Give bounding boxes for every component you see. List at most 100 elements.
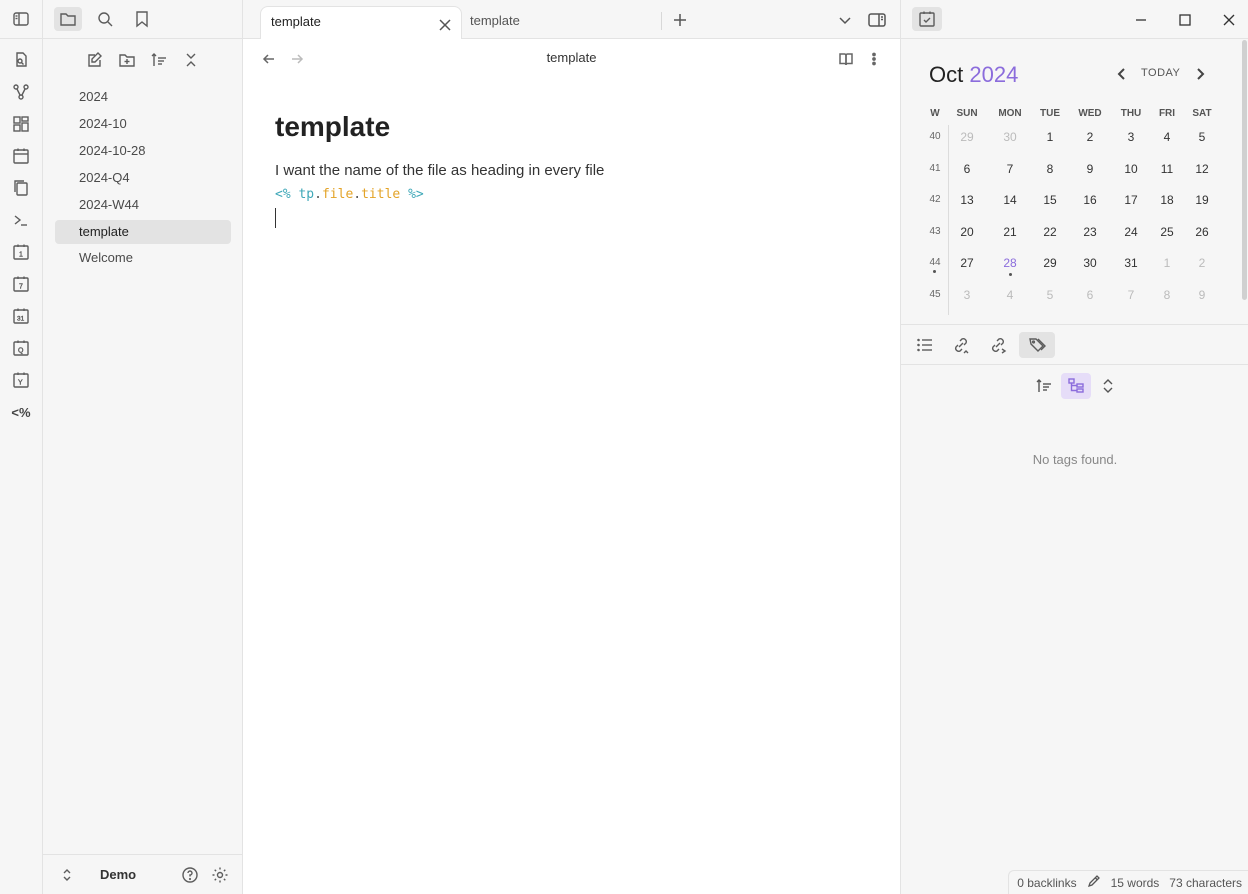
copy-icon[interactable] bbox=[11, 178, 31, 198]
calendar-day[interactable]: 12 bbox=[1182, 162, 1222, 176]
calendar-day[interactable]: 27 bbox=[947, 256, 987, 270]
calendar-day[interactable]: 20 bbox=[947, 225, 987, 239]
week-number[interactable]: 42 bbox=[923, 194, 947, 205]
week-number[interactable]: 41 bbox=[923, 163, 947, 174]
calendar-day[interactable]: 14 bbox=[990, 193, 1030, 207]
calendar-day[interactable]: 13 bbox=[947, 193, 987, 207]
week-number[interactable]: 40 bbox=[923, 131, 947, 142]
week-7-icon[interactable]: 7 bbox=[11, 274, 31, 294]
minimize-icon[interactable] bbox=[1131, 10, 1151, 30]
calendar-day[interactable]: 28 bbox=[990, 256, 1030, 270]
calendar-day[interactable]: 15 bbox=[1030, 193, 1070, 207]
maximize-icon[interactable] bbox=[1175, 10, 1195, 30]
collapse-all-icon[interactable] bbox=[177, 48, 205, 72]
tree-view-icon[interactable] bbox=[1061, 373, 1091, 399]
daily-note-icon[interactable] bbox=[11, 146, 31, 166]
graph-icon[interactable] bbox=[11, 82, 31, 102]
day-1-icon[interactable]: 1 bbox=[11, 242, 31, 262]
folder-icon[interactable] bbox=[54, 7, 82, 31]
note-heading[interactable]: template bbox=[275, 111, 390, 143]
next-month-chevron-icon[interactable] bbox=[1192, 66, 1208, 82]
new-tab-plus-icon[interactable] bbox=[671, 11, 689, 32]
calendar-day[interactable]: 9 bbox=[1070, 162, 1110, 176]
outgoing-links-icon[interactable] bbox=[982, 332, 1014, 358]
templater-code[interactable]: <% tp.file.title %> bbox=[275, 187, 424, 202]
tab-template-active[interactable]: template bbox=[260, 6, 462, 39]
search-icon[interactable] bbox=[91, 7, 119, 31]
prev-month-chevron-icon[interactable] bbox=[1114, 66, 1130, 82]
calendar-day[interactable]: 5 bbox=[1030, 288, 1070, 302]
chevron-down-icon[interactable] bbox=[836, 11, 854, 32]
backlinks-count[interactable]: 0 backlinks bbox=[1017, 876, 1076, 890]
calendar-day[interactable]: 9 bbox=[1182, 288, 1222, 302]
calendar-day[interactable]: 22 bbox=[1030, 225, 1070, 239]
calendar-check-icon[interactable] bbox=[912, 7, 942, 31]
templater-icon[interactable]: <% bbox=[11, 402, 31, 422]
view-header-title[interactable]: template bbox=[243, 50, 900, 65]
right-pane-scrollbar[interactable] bbox=[1242, 40, 1247, 300]
calendar-day[interactable]: 1 bbox=[1147, 256, 1187, 270]
calendar-day[interactable]: 1 bbox=[1030, 130, 1070, 144]
calendar-day[interactable]: 3 bbox=[1111, 130, 1151, 144]
calendar-day[interactable]: 10 bbox=[1111, 162, 1151, 176]
tree-item[interactable]: 2024-10-28 bbox=[55, 139, 231, 163]
outline-list-icon[interactable] bbox=[909, 332, 941, 358]
calendar-day[interactable]: 3 bbox=[947, 288, 987, 302]
calendar-day[interactable]: 29 bbox=[1030, 256, 1070, 270]
calendar-day[interactable]: 31 bbox=[1111, 256, 1151, 270]
week-number[interactable]: 45 bbox=[923, 289, 947, 300]
calendar-day[interactable]: 30 bbox=[990, 130, 1030, 144]
sort-icon[interactable] bbox=[145, 48, 173, 72]
help-icon[interactable] bbox=[176, 863, 204, 887]
calendar-day[interactable]: 7 bbox=[1111, 288, 1151, 302]
bookmark-icon[interactable] bbox=[128, 7, 156, 31]
calendar-day[interactable]: 26 bbox=[1182, 225, 1222, 239]
month-31-icon[interactable]: 31 bbox=[11, 306, 31, 326]
calendar-day[interactable]: 7 bbox=[990, 162, 1030, 176]
week-number[interactable]: 43 bbox=[923, 226, 947, 237]
close-icon[interactable] bbox=[437, 14, 453, 31]
quarter-q-icon[interactable]: Q bbox=[11, 338, 31, 358]
switcher-icon[interactable] bbox=[11, 50, 31, 70]
calendar-day[interactable]: 8 bbox=[1147, 288, 1187, 302]
tags-icon[interactable] bbox=[1019, 332, 1055, 358]
expand-collapse-icon[interactable] bbox=[1093, 373, 1123, 399]
calendar-day[interactable]: 6 bbox=[1070, 288, 1110, 302]
calendar-day[interactable]: 18 bbox=[1147, 193, 1187, 207]
calendar-day[interactable]: 8 bbox=[1030, 162, 1070, 176]
calendar-day[interactable]: 21 bbox=[990, 225, 1030, 239]
right-sidebar-toggle-icon[interactable] bbox=[867, 10, 887, 33]
calendar-day[interactable]: 2 bbox=[1070, 130, 1110, 144]
calendar-day[interactable]: 25 bbox=[1147, 225, 1187, 239]
calendar-day[interactable]: 19 bbox=[1182, 193, 1222, 207]
vault-name[interactable]: Demo bbox=[100, 867, 136, 882]
today-button[interactable]: TODAY bbox=[1141, 67, 1180, 79]
settings-gear-icon[interactable] bbox=[206, 863, 234, 887]
calendar-day[interactable]: 2 bbox=[1182, 256, 1222, 270]
canvas-icon[interactable] bbox=[11, 114, 31, 134]
calendar-day[interactable]: 16 bbox=[1070, 193, 1110, 207]
calendar-day[interactable]: 24 bbox=[1111, 225, 1151, 239]
tree-item[interactable]: Welcome bbox=[55, 246, 231, 270]
tab-template[interactable]: template bbox=[460, 6, 660, 39]
week-number[interactable]: 44 bbox=[923, 257, 947, 268]
pencil-icon[interactable] bbox=[1087, 874, 1101, 891]
calendar-day[interactable]: 4 bbox=[990, 288, 1030, 302]
tree-item[interactable]: 2024-10 bbox=[55, 112, 231, 136]
calendar-day[interactable]: 6 bbox=[947, 162, 987, 176]
calendar-day[interactable]: 30 bbox=[1070, 256, 1110, 270]
tree-item-active[interactable]: template bbox=[55, 220, 231, 244]
new-note-icon[interactable] bbox=[81, 48, 109, 72]
tree-item[interactable]: 2024-Q4 bbox=[55, 166, 231, 190]
calendar-day[interactable]: 4 bbox=[1147, 130, 1187, 144]
tree-item[interactable]: 2024-W44 bbox=[55, 193, 231, 217]
calendar-day[interactable]: 17 bbox=[1111, 193, 1151, 207]
command-icon[interactable] bbox=[11, 210, 31, 230]
sidebar-toggle-icon[interactable] bbox=[11, 9, 31, 29]
tree-item[interactable]: 2024 bbox=[55, 85, 231, 109]
window-close-icon[interactable] bbox=[1219, 10, 1239, 30]
calendar-day[interactable]: 23 bbox=[1070, 225, 1110, 239]
backlinks-icon[interactable] bbox=[945, 332, 977, 358]
vault-switcher[interactable]: Demo bbox=[43, 854, 243, 894]
reading-view-book-icon[interactable] bbox=[836, 49, 856, 69]
